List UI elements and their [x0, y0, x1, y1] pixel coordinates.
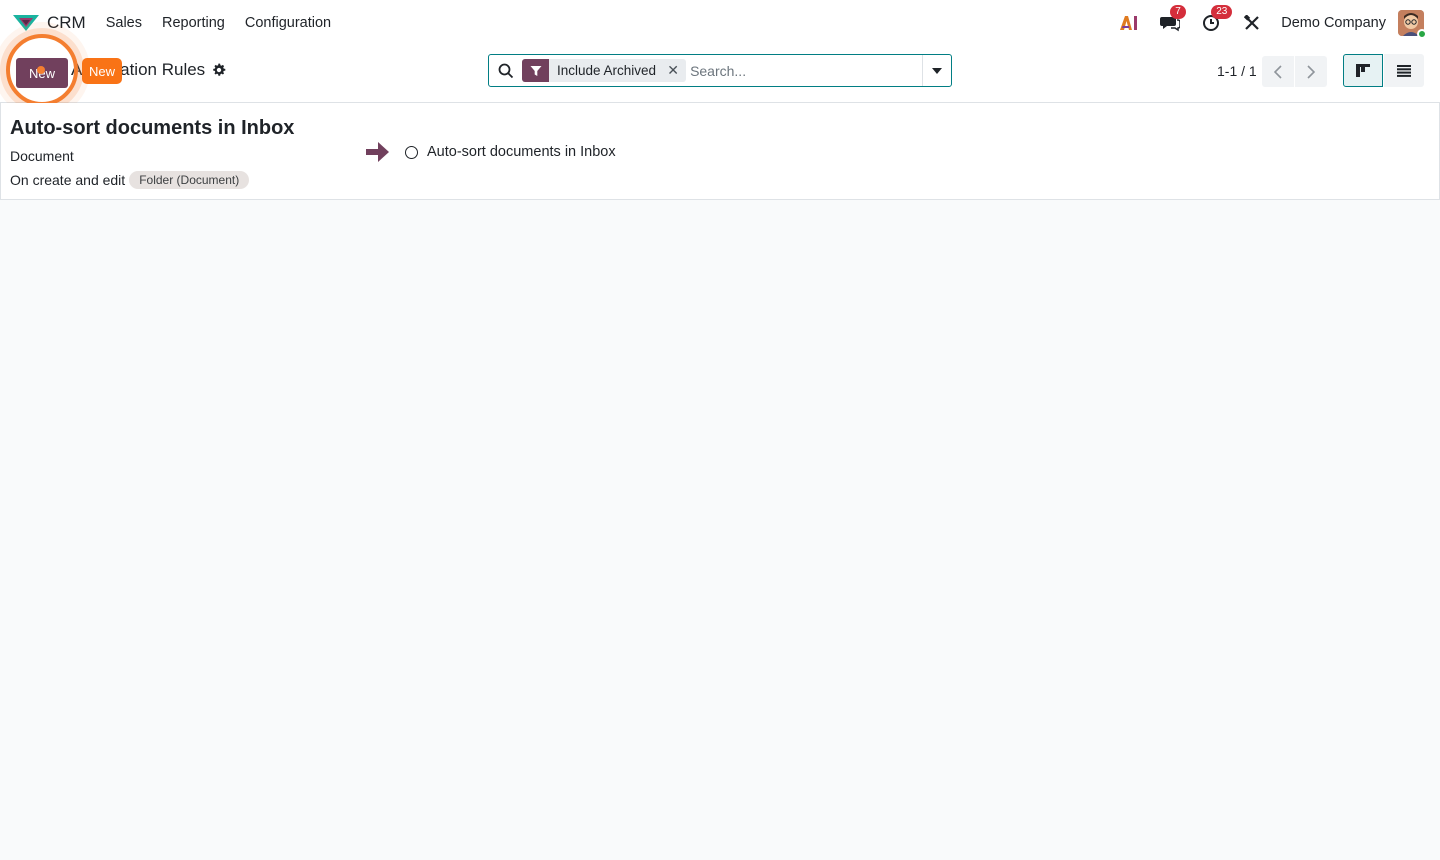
company-switcher[interactable]: Demo Company: [1281, 15, 1386, 31]
main-menu: Sales Reporting Configuration: [106, 15, 351, 31]
user-avatar[interactable]: [1398, 10, 1427, 39]
activities-count-badge: 23: [1211, 5, 1233, 19]
navbar-systray: 7 23 Demo Company: [1117, 0, 1427, 46]
search-facet: Include Archived ✕: [522, 59, 687, 82]
caret-down-icon: [932, 67, 942, 74]
rule-trigger: On create and edit Folder (Document): [10, 171, 250, 189]
app-name[interactable]: CRM: [47, 13, 86, 33]
chevron-left-icon: [1274, 64, 1282, 79]
new-button[interactable]: New: [16, 58, 68, 88]
app-logo-icon[interactable]: [13, 14, 39, 32]
gear-icon[interactable]: [212, 63, 226, 77]
messages-count-badge: 7: [1170, 5, 1186, 19]
rule-action: Auto-sort documents in Inbox: [405, 144, 616, 160]
automation-rule-card[interactable]: Auto-sort documents in Inbox Document On…: [0, 103, 1440, 200]
pager-next-button[interactable]: [1295, 56, 1327, 87]
rule-model: Document: [10, 148, 74, 164]
app-brand[interactable]: CRM: [13, 13, 86, 33]
new-tooltip: New: [82, 58, 123, 84]
online-status-dot: [1417, 29, 1427, 39]
arrow-right-icon: [366, 142, 389, 162]
filter-icon: [522, 59, 549, 82]
trigger-field-tag: Folder (Document): [129, 171, 250, 189]
ai-icon[interactable]: [1117, 11, 1141, 35]
kanban-view-button[interactable]: [1343, 54, 1383, 87]
search-bar: Include Archived ✕: [488, 54, 952, 87]
close-icon[interactable]: ✕: [664, 59, 682, 82]
menu-item-reporting[interactable]: Reporting: [162, 15, 225, 31]
chevron-right-icon: [1307, 64, 1315, 79]
kanban-icon: [1356, 64, 1370, 77]
pager-previous-button[interactable]: [1262, 56, 1294, 87]
activities-clock-icon[interactable]: 23: [1199, 5, 1233, 35]
circle-icon: [405, 145, 418, 159]
pager-value[interactable]: 1-1 / 1: [1217, 63, 1257, 79]
search-icon[interactable]: [498, 63, 514, 79]
facet-label: Include Archived: [557, 63, 657, 78]
search-options-toggle[interactable]: [922, 55, 951, 86]
list-view-button[interactable]: [1384, 54, 1424, 87]
trigger-label: On create and edit: [10, 172, 126, 188]
search-input[interactable]: [690, 55, 922, 86]
menu-item-configuration[interactable]: Configuration: [245, 15, 331, 31]
tools-icon[interactable]: [1240, 11, 1264, 35]
messages-icon[interactable]: 7: [1158, 5, 1186, 35]
rule-title: Auto-sort documents in Inbox: [10, 117, 295, 139]
action-label: Auto-sort documents in Inbox: [427, 144, 616, 160]
list-icon: [1397, 64, 1411, 77]
top-navbar: CRM Sales Reporting Configuration 7 23 D…: [0, 0, 1440, 46]
control-panel: New Automation Rules Include Archived ✕: [0, 46, 1440, 103]
menu-item-sales[interactable]: Sales: [106, 15, 142, 31]
